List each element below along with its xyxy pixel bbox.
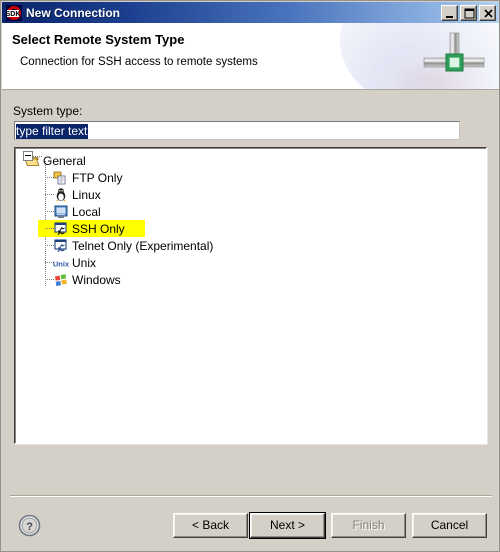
window-title: New Connection — [26, 5, 121, 20]
tree-expander-general[interactable] — [23, 151, 33, 161]
filter-input[interactable]: type filter text — [14, 121, 460, 140]
window-controls — [441, 4, 496, 21]
close-button[interactable] — [479, 4, 496, 21]
title-bar[interactable]: SDK New Connection — [2, 2, 499, 23]
system-type-label: System type: — [13, 104, 83, 118]
unix-text-icon: Unix — [53, 255, 70, 271]
tree-item-windows[interactable]: Windows — [15, 271, 486, 288]
svg-text:SDK: SDK — [6, 11, 20, 18]
next-button[interactable]: Next > — [249, 512, 326, 539]
tree-item-linux[interactable]: Linux — [15, 186, 486, 203]
ssh-monitor-icon — [53, 221, 69, 237]
page-subtitle: Connection for SSH access to remote syst… — [20, 56, 258, 68]
help-button[interactable]: ? — [17, 513, 42, 538]
tree-item-general[interactable]: General — [15, 152, 486, 169]
telnet-monitor-icon — [53, 238, 69, 254]
sdk-icon: SDK — [6, 4, 22, 21]
tree-item-label: Windows — [72, 272, 121, 287]
linux-penguin-icon — [53, 187, 69, 203]
tree-item-label: FTP Only — [72, 170, 123, 185]
tree-item-label: Telnet Only (Experimental) — [72, 238, 214, 253]
filter-input-value: type filter text — [16, 124, 89, 139]
tree-item-telnet-only[interactable]: Telnet Only (Experimental) — [15, 237, 486, 254]
back-button[interactable]: < Back — [173, 513, 248, 538]
footer-divider — [10, 495, 492, 497]
network-connector-icon — [422, 31, 486, 85]
wizard-banner: Select Remote System Type Connection for… — [2, 23, 499, 90]
tree-item-ssh-only[interactable]: SSH Only — [15, 220, 486, 237]
tree-item-label: Linux — [72, 187, 101, 202]
monitor-icon — [53, 204, 69, 220]
tree-item-label: Unix — [72, 255, 97, 270]
tree-item-local[interactable]: Local — [15, 203, 486, 220]
svg-text:Unix: Unix — [53, 259, 69, 268]
tree-item-label: SSH Only — [72, 221, 125, 236]
maximize-button[interactable] — [460, 4, 477, 21]
windows-flag-icon — [53, 272, 69, 288]
tree-item-ftp-only[interactable]: FTP Only — [15, 169, 486, 186]
system-type-tree[interactable]: General FTP Only Linux Local SSH Only Te… — [14, 147, 487, 444]
minimize-button[interactable] — [441, 4, 458, 21]
tree-item-label: General — [43, 153, 86, 168]
page-title: Select Remote System Type — [12, 32, 185, 47]
new-connection-dialog: SDK New Connection Select Remote System … — [0, 0, 500, 552]
tree-item-label: Local — [72, 204, 101, 219]
ftp-icon — [53, 170, 69, 186]
finish-button: Finish — [331, 513, 406, 538]
svg-text:?: ? — [26, 521, 33, 533]
tree-item-unix[interactable]: Unix Unix — [15, 254, 486, 271]
cancel-button[interactable]: Cancel — [412, 513, 487, 538]
